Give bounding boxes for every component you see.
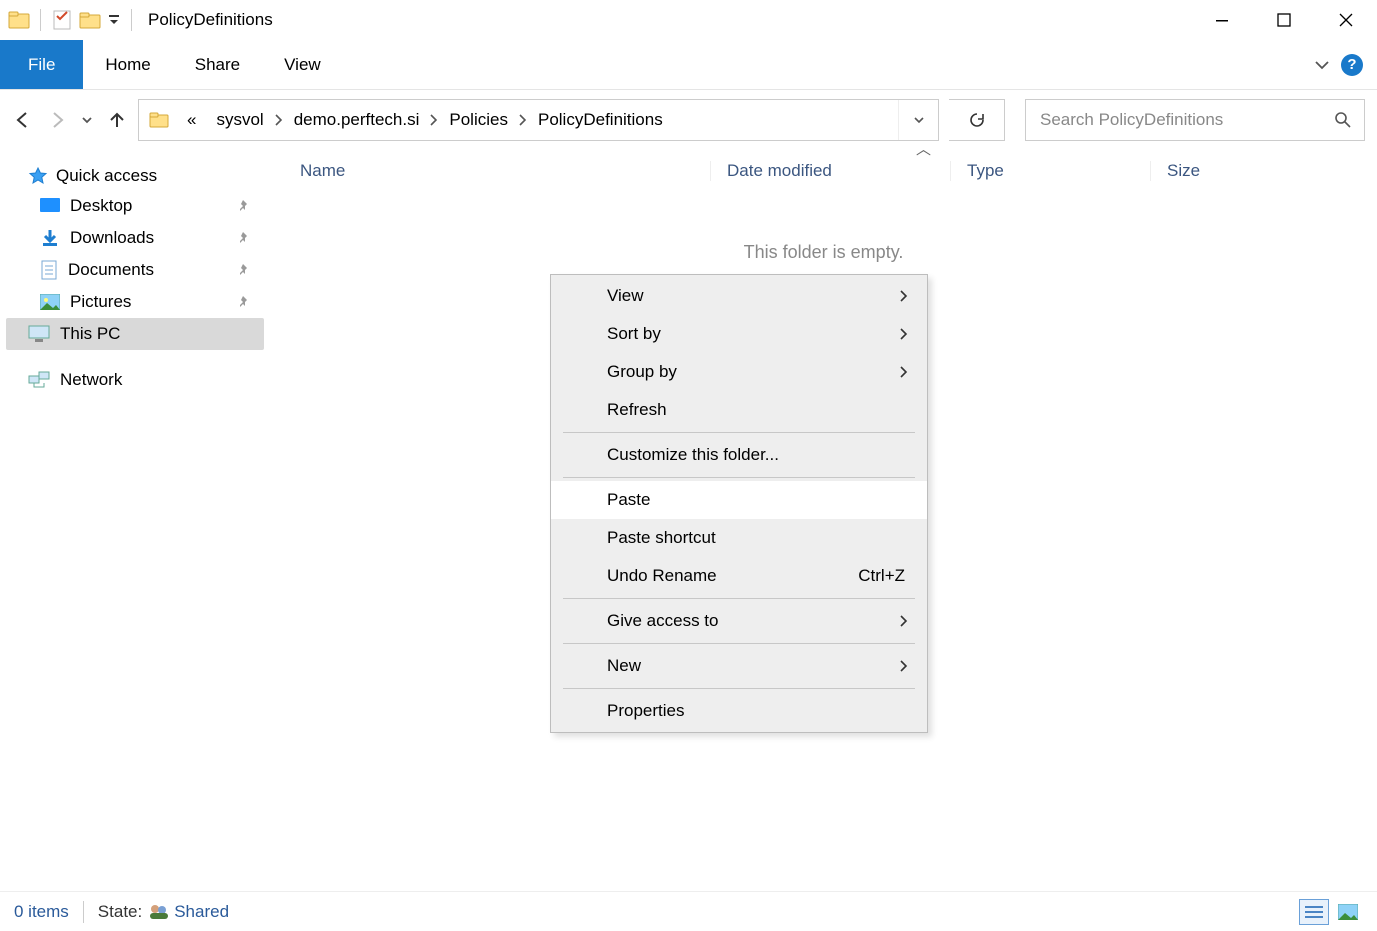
chevron-right-icon xyxy=(899,365,909,379)
search-input[interactable] xyxy=(1038,109,1334,131)
address-folder-icon xyxy=(139,110,177,130)
chevron-right-icon xyxy=(899,289,909,303)
chevron-right-icon xyxy=(899,659,909,673)
search-box[interactable] xyxy=(1025,99,1365,141)
search-icon[interactable] xyxy=(1334,111,1352,129)
quick-access-toolbar xyxy=(0,9,144,31)
tree-item-pictures[interactable]: Pictures xyxy=(6,286,264,318)
separator xyxy=(563,598,915,599)
address-history-button[interactable] xyxy=(898,100,938,140)
document-icon xyxy=(40,260,58,280)
main-area: Quick access Desktop Downloads Documents… xyxy=(0,150,1377,891)
forward-button[interactable] xyxy=(46,109,68,131)
ribbon-expand-icon[interactable] xyxy=(1313,56,1331,74)
context-menu: View Sort by Group by Refresh Customize … xyxy=(550,274,928,733)
minimize-button[interactable] xyxy=(1191,0,1253,40)
pin-icon xyxy=(236,231,250,245)
back-button[interactable] xyxy=(12,109,34,131)
chevron-right-icon[interactable] xyxy=(274,113,284,127)
chevron-right-icon[interactable] xyxy=(518,113,528,127)
navigation-tree[interactable]: Quick access Desktop Downloads Documents… xyxy=(0,150,270,891)
column-date-modified[interactable]: Date modified xyxy=(710,161,950,181)
close-button[interactable] xyxy=(1315,0,1377,40)
ribbon: File Home Share View ? xyxy=(0,40,1377,90)
separator xyxy=(131,9,132,31)
up-button[interactable] xyxy=(106,109,128,131)
qat-dropdown-icon[interactable] xyxy=(107,13,121,27)
chevron-right-icon[interactable] xyxy=(429,113,439,127)
separator xyxy=(83,901,84,923)
column-name[interactable]: Name xyxy=(270,161,710,181)
ctx-properties[interactable]: Properties xyxy=(551,692,927,730)
status-state-value: Shared xyxy=(174,902,229,922)
star-icon xyxy=(28,166,48,186)
breadcrumb-seg-0[interactable]: sysvol xyxy=(206,110,273,130)
tab-view[interactable]: View xyxy=(262,40,343,89)
title-bar: PolicyDefinitions xyxy=(0,0,1377,40)
properties-icon[interactable] xyxy=(51,9,73,31)
content-pane[interactable]: ︿ Name Date modified Type Size This fold… xyxy=(270,150,1377,891)
ctx-view[interactable]: View xyxy=(551,277,927,315)
tree-network[interactable]: Network xyxy=(6,364,264,396)
ctx-undo-rename[interactable]: Undo RenameCtrl+Z xyxy=(551,557,927,595)
status-bar: 0 items State: Shared xyxy=(0,891,1377,931)
chevron-right-icon xyxy=(899,327,909,341)
separator xyxy=(40,9,41,31)
ctx-refresh[interactable]: Refresh xyxy=(551,391,927,429)
breadcrumb-seg-2[interactable]: Policies xyxy=(439,110,518,130)
breadcrumb-seg-1[interactable]: demo.perftech.si xyxy=(284,110,430,130)
chevron-right-icon xyxy=(899,614,909,628)
window-controls xyxy=(1191,0,1377,40)
tree-quick-access[interactable]: Quick access xyxy=(6,166,264,186)
separator xyxy=(563,477,915,478)
pin-icon xyxy=(236,263,250,277)
tree-this-pc[interactable]: This PC xyxy=(6,318,264,350)
address-bar[interactable]: « sysvol demo.perftech.si Policies Polic… xyxy=(138,99,939,141)
ctx-group-by[interactable]: Group by xyxy=(551,353,927,391)
tree-item-documents[interactable]: Documents xyxy=(6,254,264,286)
pin-icon xyxy=(236,199,250,213)
tab-share[interactable]: Share xyxy=(173,40,262,89)
status-item-count: 0 items xyxy=(14,902,69,922)
recent-locations-button[interactable] xyxy=(80,113,94,127)
view-large-icons-button[interactable] xyxy=(1333,899,1363,925)
maximize-button[interactable] xyxy=(1253,0,1315,40)
new-folder-icon[interactable] xyxy=(79,9,101,31)
tree-item-downloads[interactable]: Downloads xyxy=(6,222,264,254)
pc-icon xyxy=(28,325,50,343)
tab-home[interactable]: Home xyxy=(83,40,172,89)
column-headers: Name Date modified Type Size xyxy=(270,150,1377,192)
column-type[interactable]: Type xyxy=(950,161,1150,181)
ctx-paste[interactable]: Paste xyxy=(551,481,927,519)
separator xyxy=(563,643,915,644)
network-icon xyxy=(28,371,50,389)
separator xyxy=(563,432,915,433)
view-details-button[interactable] xyxy=(1299,899,1329,925)
pictures-icon xyxy=(40,294,60,310)
folder-icon xyxy=(8,9,30,31)
ctx-sort-by[interactable]: Sort by xyxy=(551,315,927,353)
window-title: PolicyDefinitions xyxy=(144,10,273,30)
help-button[interactable]: ? xyxy=(1341,54,1363,76)
status-state-label: State: xyxy=(98,902,142,922)
pin-icon xyxy=(236,295,250,309)
shared-icon xyxy=(148,903,170,921)
sort-indicator-icon: ︿ xyxy=(470,138,1377,150)
ctx-new[interactable]: New xyxy=(551,647,927,685)
separator xyxy=(563,688,915,689)
refresh-button[interactable] xyxy=(949,99,1005,141)
desktop-icon xyxy=(40,198,60,214)
tab-file[interactable]: File xyxy=(0,40,83,89)
ctx-give-access-to[interactable]: Give access to xyxy=(551,602,927,640)
empty-folder-message: This folder is empty. xyxy=(270,242,1377,263)
tree-item-desktop[interactable]: Desktop xyxy=(6,190,264,222)
ctx-customize-folder[interactable]: Customize this folder... xyxy=(551,436,927,474)
breadcrumb-seg-3[interactable]: PolicyDefinitions xyxy=(528,110,673,130)
ctx-paste-shortcut[interactable]: Paste shortcut xyxy=(551,519,927,557)
breadcrumb-prefix[interactable]: « xyxy=(177,110,206,130)
column-size[interactable]: Size xyxy=(1150,161,1290,181)
download-icon xyxy=(40,228,60,248)
